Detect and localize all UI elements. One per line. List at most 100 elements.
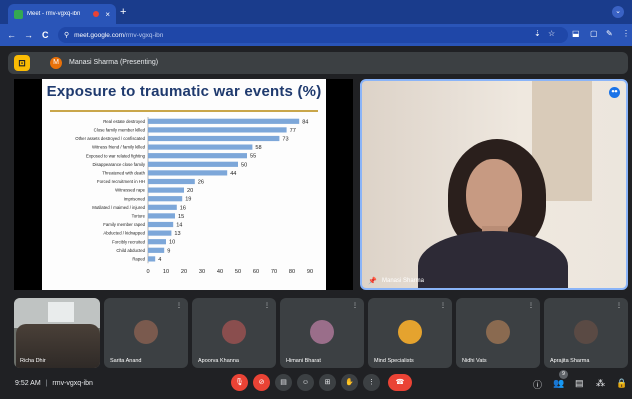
people-icon[interactable]: 👥 <box>553 378 564 389</box>
data-label: 84 <box>302 119 308 125</box>
participant-tile[interactable]: ⋮ Apoorva Khanna <box>192 298 276 368</box>
category-label: Abducted / kidnapped <box>103 231 145 236</box>
category-label: Mutilated / maimed / injured <box>92 205 145 210</box>
raise-hand-button[interactable]: ✋ <box>341 374 358 391</box>
browser-tab[interactable]: Meet - rmv-vgxq-ibn × <box>8 4 116 24</box>
activities-icon[interactable]: ⁂ <box>596 378 605 389</box>
data-label: 44 <box>230 171 236 177</box>
browser-menu-icon[interactable]: ⋮ <box>622 29 630 38</box>
bar <box>148 170 228 176</box>
bar <box>148 178 195 185</box>
participant-name: Aprajita Sharma <box>550 358 590 364</box>
bar <box>148 204 177 210</box>
tile-options-icon[interactable]: ⋮ <box>352 302 358 309</box>
participant-avatar <box>486 320 510 344</box>
data-label: 15 <box>178 214 184 220</box>
tile-options-icon[interactable]: ⋮ <box>616 302 622 309</box>
reload-icon[interactable]: C <box>42 30 49 40</box>
separator: | <box>45 380 48 387</box>
bar <box>148 144 253 150</box>
browser-tab-strip: Meet - rmv-vgxq-ibn × + ⌄ <box>0 0 632 24</box>
category-label: Forced recruitment in HH <box>97 179 145 184</box>
meet-favicon-icon <box>14 9 23 19</box>
meeting-info-icon[interactable]: ⓘ <box>533 378 542 391</box>
data-label: 16 <box>180 205 186 211</box>
data-label: 9 <box>167 248 170 254</box>
download-icon[interactable]: ⇣ <box>534 29 541 38</box>
host-controls-lock-icon[interactable]: 🔒 <box>616 378 627 389</box>
present-now-button[interactable]: ⊞ <box>319 374 336 391</box>
tab-search-icon[interactable]: ⌄ <box>612 6 624 18</box>
meeting-code: rmv-vgxq-ibn <box>52 380 93 387</box>
bookmark-star-icon[interactable]: ☆ <box>548 29 555 38</box>
tab-close-icon[interactable]: × <box>105 10 110 19</box>
presenter-face <box>466 159 522 233</box>
presenter-camera-feed[interactable]: ⦁⦁ 📌 Manasi Sharma <box>360 79 628 290</box>
participant-avatar <box>574 320 598 344</box>
new-tab-button[interactable]: + <box>120 6 126 18</box>
tile-options-icon[interactable]: ⋮ <box>528 302 534 309</box>
presentation-icon[interactable]: ⊡ <box>14 55 30 71</box>
participant-avatar <box>222 320 246 344</box>
category-label: Threatened with death <box>102 171 145 176</box>
slide-title: Exposure to traumatic war events (%) <box>46 83 322 100</box>
presenting-bar: ⊡ M Manasi Sharma (Presenting) <box>8 52 628 74</box>
bar <box>148 187 184 193</box>
category-label: Torture <box>132 214 146 219</box>
participant-avatar <box>398 320 422 344</box>
bar <box>148 213 175 219</box>
more-options-button[interactable]: ⋮ <box>363 374 380 391</box>
slide-title-rule <box>50 110 318 112</box>
presenter-avatar: M <box>50 57 62 69</box>
participant-tile[interactable]: ⋮ Mind Specialists <box>368 298 452 368</box>
x-tick-label: 40 <box>217 269 223 275</box>
pin-icon[interactable]: 📌 <box>368 277 377 285</box>
edit-icon[interactable]: ✎ <box>606 29 613 38</box>
url-domain: meet.google.com <box>74 31 125 39</box>
back-icon[interactable]: ← <box>7 30 16 40</box>
sidepanel-icon[interactable]: ▢ <box>590 29 598 38</box>
participant-tile[interactable]: ⋮ Sarita Anand <box>104 298 188 368</box>
bar <box>148 221 174 228</box>
room-window <box>48 302 74 322</box>
bar <box>148 118 300 124</box>
tile-options-icon[interactable]: ⋮ <box>264 302 270 309</box>
participant-name: Himani Bharat <box>286 358 321 364</box>
tile-options-icon[interactable]: ⋮ <box>176 302 182 309</box>
data-label: 55 <box>250 154 256 160</box>
participant-avatar <box>134 320 158 344</box>
category-label: Witnessed rape <box>115 188 145 193</box>
x-tick-label: 0 <box>146 269 149 275</box>
chat-icon[interactable]: ▤ <box>575 378 584 389</box>
camera-name-label: Manasi Sharma <box>382 278 425 284</box>
category-label: Other assets destroyed / confiscated <box>75 136 145 141</box>
category-label: Disappearance close family <box>92 162 145 167</box>
emoji-button[interactable]: ☺ <box>297 374 314 391</box>
extension-icon[interactable]: ⬓ <box>572 29 580 38</box>
site-settings-icon[interactable]: ⚲ <box>64 31 69 39</box>
x-tick-label: 10 <box>163 269 169 275</box>
participant-tile[interactable]: ⋮ Himani Bharat <box>280 298 364 368</box>
participant-tile[interactable]: ⋮ Aprajita Sharma <box>544 298 628 368</box>
meet-window: Meet - rmv-vgxq-ibn × + ⌄ ← → C ⚲ meet.g… <box>0 0 632 399</box>
url-path: /rmv-vgxq-ibn <box>124 31 164 39</box>
captions-button[interactable]: ▤ <box>275 374 292 391</box>
camera-toggle-button[interactable]: ⊘ <box>253 374 270 391</box>
forward-icon[interactable]: → <box>24 30 33 40</box>
meeting-time: 9:52 AM | rmv-vgxq-ibn <box>15 380 93 387</box>
data-label: 10 <box>169 240 175 246</box>
bar <box>148 127 287 133</box>
data-label: 26 <box>198 180 204 186</box>
recording-dot-icon <box>93 11 100 17</box>
mic-toggle-button[interactable]: 🎙 <box>231 374 248 391</box>
url-bar[interactable]: ⚲ meet.google.com /rmv-vgxq-ibn <box>58 27 568 43</box>
bar <box>148 161 238 167</box>
category-label: Family member raped <box>103 222 145 227</box>
tile-options-icon[interactable]: ⋮ <box>440 302 446 309</box>
tab-title: Meet - rmv-vgxq-ibn <box>27 11 81 17</box>
end-call-button[interactable]: ☎ <box>388 374 412 391</box>
participant-tile[interactable]: ⋮ Nidhi Vats <box>456 298 540 368</box>
bar <box>148 230 172 236</box>
participant-tile[interactable]: Richa Dhir <box>14 298 100 368</box>
bar <box>148 256 156 262</box>
